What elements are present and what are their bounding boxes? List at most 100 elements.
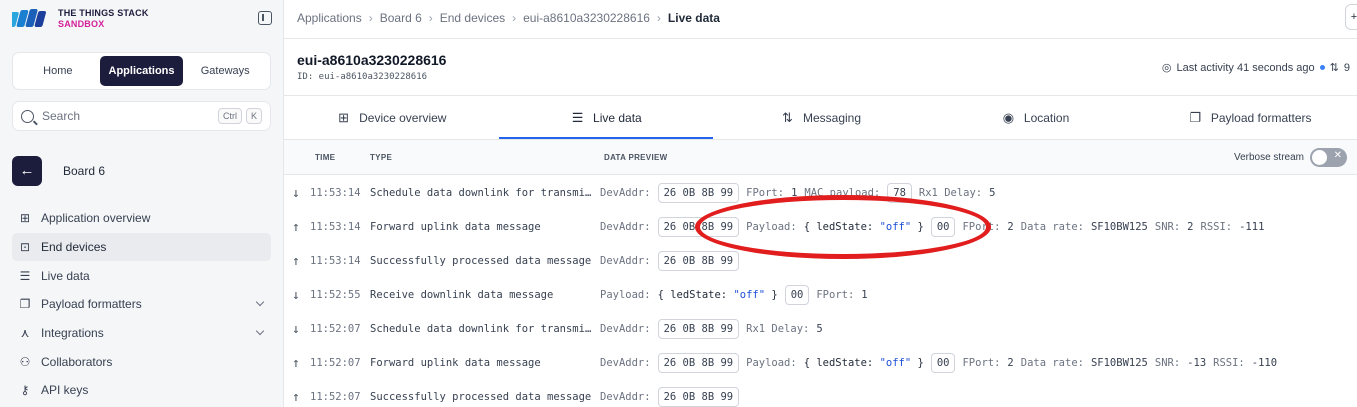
header-action-button[interactable]: + — [1345, 4, 1357, 30]
event-time: 11:52:07 — [310, 357, 361, 369]
column-time: TIME — [315, 153, 336, 162]
activity-dot-icon — [1319, 65, 1325, 70]
sidebar-item-label: Application overview — [41, 211, 151, 226]
column-type: TYPE — [370, 153, 393, 162]
tab-live-data[interactable]: ☰ Live data — [498, 96, 714, 139]
sidebar-collapse-icon[interactable] — [258, 11, 272, 25]
payload-hex-chip[interactable]: 00 — [930, 217, 956, 237]
table-row[interactable]: ↓ 11:52:55 Receive downlink data message… — [284, 278, 1357, 312]
breadcrumb-board[interactable]: Board 6 — [380, 11, 422, 25]
sidebar-item-live-data[interactable]: ☰ Live data — [12, 261, 271, 290]
up-down-arrows-icon: ⇅ — [782, 109, 793, 125]
arrow-down-icon: ↓ — [292, 185, 300, 201]
event-type: Receive downlink data message — [370, 289, 554, 301]
nav-home-button[interactable]: Home — [16, 56, 100, 86]
data-rate-key: Data rate: — [1020, 357, 1084, 369]
nav-applications-button[interactable]: Applications — [99, 56, 184, 86]
devaddr-chip[interactable]: 26 0B 8B 99 — [657, 217, 740, 237]
payload-close: } — [911, 221, 924, 233]
payload-open: { ledState: — [803, 221, 880, 233]
sidebar-item-label: Payload formatters — [41, 297, 142, 312]
table-row[interactable]: ↑ 11:53:14 Forward uplink data message D… — [284, 210, 1357, 244]
event-time: 11:53:14 — [310, 221, 361, 233]
chevron-right-icon: › — [512, 11, 517, 25]
fport-value: 2 — [1007, 221, 1014, 233]
rssi-value: -110 — [1251, 357, 1278, 369]
payload-decoded: { ledState: "off" } — [658, 289, 778, 301]
payload-hex-chip[interactable]: 00 — [930, 353, 956, 373]
verbose-stream-label: Verbose stream — [1233, 152, 1304, 163]
tab-messaging[interactable]: ⇅ Messaging — [713, 96, 928, 139]
sidebar-item-label: Integrations — [41, 326, 104, 341]
verbose-stream-toggle[interactable] — [1310, 148, 1347, 167]
sidebar-item-payload-formatters[interactable]: ❐ Payload formatters — [12, 290, 271, 319]
shortcut-key-k: K — [245, 108, 262, 124]
devaddr-chip[interactable]: 26 0B 8B 99 — [657, 183, 740, 203]
sidebar-item-integrations[interactable]: ⋏ Integrations — [12, 319, 271, 348]
fport-key: FPort: — [962, 357, 1001, 369]
traffic-count: 9 — [1343, 61, 1350, 74]
chevron-right-icon: › — [428, 11, 433, 25]
shortcut-key-ctrl: Ctrl — [217, 108, 242, 124]
chevron-down-icon[interactable] — [255, 326, 265, 335]
devaddr-key: DevAddr: — [600, 357, 651, 369]
sidebar-item-label: API keys — [41, 383, 89, 398]
sidebar-item-end-devices[interactable]: ⊡ End devices — [12, 232, 271, 262]
rssi-value: -111 — [1239, 221, 1265, 233]
sidebar-item-application-overview[interactable]: ⊞ Application overview — [12, 204, 271, 233]
breadcrumb-device[interactable]: eui-a8610a3230228616 — [523, 11, 650, 25]
tab-label: Messaging — [802, 110, 861, 125]
devaddr-chip[interactable]: 26 0B 8B 99 — [657, 353, 740, 373]
tab-payload-formatters[interactable]: ❐ Payload formatters — [1142, 96, 1357, 139]
application-name: Board 6 — [63, 164, 106, 178]
payload-hex-chip[interactable]: 00 — [784, 285, 810, 305]
activity-status: ◎ Last activity 41 seconds ago ⇅ 9 — [1162, 61, 1350, 75]
code-icon: ❐ — [19, 297, 31, 312]
back-button[interactable]: ← — [12, 156, 42, 186]
table-row[interactable]: ↑ 11:52:07 Successfully processed data m… — [284, 380, 1357, 407]
arrow-up-icon: ↑ — [292, 253, 300, 269]
devaddr-chip[interactable]: 26 0B 8B 99 — [657, 387, 740, 407]
data-rate-key: Data rate: — [1020, 221, 1084, 233]
data-preview: DevAddr: 26 0B 8B 99 Payload: { ledState… — [600, 353, 1277, 373]
devaddr-chip[interactable]: 26 0B 8B 99 — [657, 251, 740, 271]
fport-value: 1 — [861, 289, 868, 301]
column-data-preview: DATA PREVIEW — [604, 153, 668, 162]
breadcrumb-end-devices[interactable]: End devices — [440, 11, 505, 25]
tab-location[interactable]: ◉ Location — [928, 96, 1143, 139]
fport-value: 2 — [1007, 357, 1014, 369]
mac-payload-chip[interactable]: 78 — [887, 183, 912, 203]
chip-icon: ⊡ — [19, 240, 31, 255]
event-list: ↓ 11:53:14 Schedule data downlink for tr… — [284, 176, 1357, 407]
payload-decoded: { ledState: "off" } — [804, 221, 924, 233]
payload-value: "off" — [879, 221, 912, 233]
data-preview: DevAddr: 26 0B 8B 99 — [600, 251, 740, 271]
table-row[interactable]: ↓ 11:53:14 Schedule data downlink for tr… — [284, 176, 1357, 210]
table-row[interactable]: ↑ 11:53:14 Successfully processed data m… — [284, 244, 1357, 278]
arrow-down-icon: ↓ — [292, 321, 300, 337]
device-tabs: ⊞ Device overview ☰ Live data ⇅ Messagin… — [284, 96, 1357, 139]
chevron-down-icon[interactable] — [255, 297, 265, 307]
brand-logo[interactable]: THE THINGS STACK SANDBOX — [12, 8, 149, 30]
brand-line-2: SANDBOX — [58, 19, 105, 29]
devaddr-chip[interactable]: 26 0B 8B 99 — [657, 319, 740, 339]
last-activity-text: Last activity 41 seconds ago — [1176, 61, 1315, 74]
event-time: 11:52:07 — [310, 391, 361, 403]
things-stack-logo-icon — [12, 9, 46, 27]
search-placeholder: Search — [42, 109, 81, 123]
table-row[interactable]: ↓ 11:52:07 Schedule data downlink for tr… — [284, 312, 1357, 346]
nav-gateways-button[interactable]: Gateways — [183, 56, 267, 86]
sidebar-item-collaborators[interactable]: ⚇ Collaborators — [12, 347, 271, 376]
snr-value: -13 — [1187, 357, 1207, 369]
arrow-up-icon: ↑ — [292, 355, 300, 371]
snr-key: SNR: — [1154, 357, 1181, 369]
sidebar-nav: ⊞ Application overview ⊡ End devices ☰ L… — [12, 204, 271, 405]
breadcrumb-applications[interactable]: Applications — [297, 11, 362, 25]
sidebar-item-api-keys[interactable]: ⚷ API keys — [12, 376, 271, 405]
data-preview: Payload: { ledState: "off" } 00 FPort: 1 — [600, 285, 868, 305]
search-input[interactable]: Search Ctrl K — [12, 101, 271, 131]
sidebar-item-label: Live data — [41, 268, 90, 283]
table-row[interactable]: ↑ 11:52:07 Forward uplink data message D… — [284, 346, 1357, 380]
tab-device-overview[interactable]: ⊞ Device overview — [284, 96, 499, 139]
fport-key: FPort: — [746, 187, 785, 199]
